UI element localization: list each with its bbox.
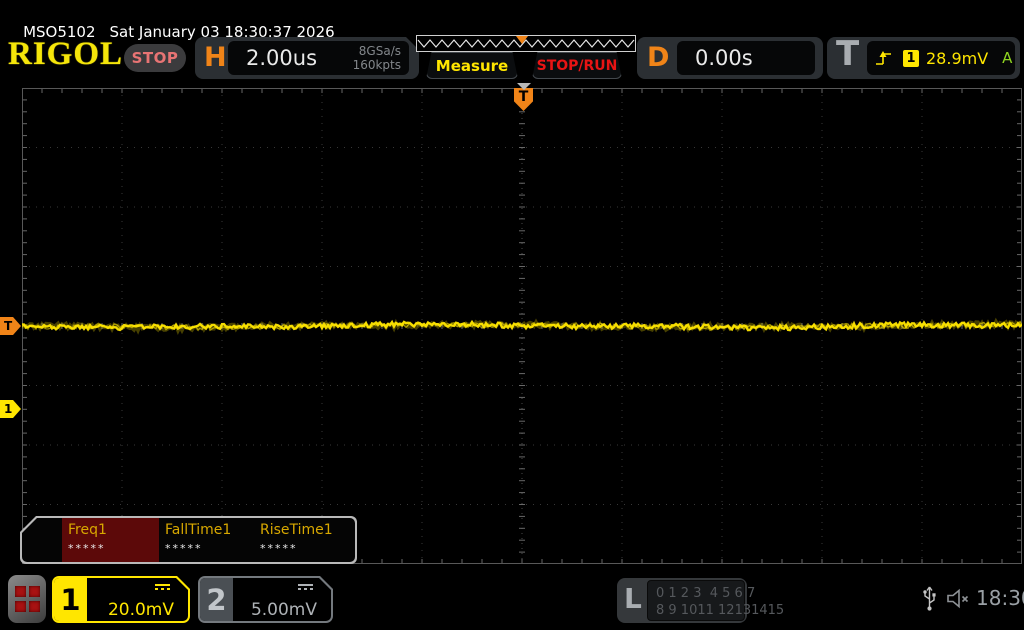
channel2-offset: -7.80mV xyxy=(238,621,317,630)
channel1-offset-marker[interactable]: 1 xyxy=(0,400,21,418)
grid-and-trace xyxy=(21,88,1024,565)
delay-settings-block[interactable]: D 0.00s xyxy=(637,37,823,79)
acquisition-status-badge: STOP xyxy=(124,44,186,72)
measurement-item-falltime1[interactable]: FallTime1 ***** xyxy=(159,518,254,562)
delay-value: 0.00s xyxy=(695,46,753,70)
horizontal-label: H xyxy=(204,42,227,73)
measurement-value: ***** xyxy=(260,542,298,555)
usb-icon xyxy=(923,586,936,611)
sample-rate-memdepth: 8GSa/s 160kpts xyxy=(353,44,401,72)
memory-depth: 160kpts xyxy=(352,58,401,72)
sample-rate: 8GSa/s xyxy=(358,44,401,58)
logic-row-8-15: 8 9 1011 12131415 xyxy=(656,603,785,618)
delay-label: D xyxy=(647,42,670,73)
measurement-label: RiseTime1 xyxy=(260,522,333,538)
measurement-panel[interactable]: Freq1 ***** FallTime1 ***** RiseTime1 **… xyxy=(20,516,357,564)
measurement-label: Freq1 xyxy=(68,522,107,538)
channel1-badge[interactable]: 1 20.0mV -28.0mV xyxy=(52,576,190,623)
trigger-level-value: 28.9mV xyxy=(926,48,989,68)
clock-display: 18:30 xyxy=(976,586,1024,610)
delay-pill: 0.00s xyxy=(677,41,815,75)
speaker-muted-icon[interactable] xyxy=(946,588,972,609)
logic-row-0-7: 0 1 2 3 4 5 6 7 xyxy=(656,586,756,601)
timebase-pill: 2.00us 8GSa/s 160kpts xyxy=(228,41,409,75)
measurement-item-freq1[interactable]: Freq1 ***** xyxy=(62,518,159,562)
trigger-level-marker[interactable]: T xyxy=(0,317,21,335)
measurement-value: ***** xyxy=(165,542,203,555)
channel1-number: 1 xyxy=(54,578,87,621)
display-grid-menu-icon[interactable] xyxy=(8,575,46,623)
measurement-value: ***** xyxy=(68,542,106,555)
dc-coupling-icon xyxy=(298,584,313,593)
oscilloscope-screen: MSO5102 Sat January 03 18:30:37 2026 RIGO… xyxy=(0,0,1024,630)
trigger-settings-block[interactable]: T 1 28.9mV A xyxy=(827,34,1020,79)
dc-coupling-icon xyxy=(155,584,170,593)
measure-button[interactable]: Measure xyxy=(426,52,518,79)
trigger-source-badge: 1 xyxy=(903,49,919,67)
trigger-label: T xyxy=(836,34,860,74)
logic-channels-badge[interactable]: L 0 1 2 3 4 5 6 7 8 9 1011 12131415 xyxy=(617,578,785,623)
logic-channel-list: 0 1 2 3 4 5 6 7 8 9 1011 12131415 xyxy=(647,580,785,621)
trigger-mode-indicator: A xyxy=(1002,49,1013,67)
graticule-area[interactable]: T xyxy=(21,88,1024,565)
trigger-position-notch-icon xyxy=(517,83,531,90)
channel2-values: 5.00mV -7.80mV xyxy=(238,577,317,630)
channel2-scale: 5.00mV xyxy=(250,600,317,620)
channel1-scale: 20.0mV xyxy=(107,600,174,620)
measurement-item-risetime1[interactable]: RiseTime1 ***** xyxy=(254,518,349,562)
channel1-values: 20.0mV -28.0mV xyxy=(92,577,174,630)
channel2-number: 2 xyxy=(200,578,233,621)
measurement-label: FallTime1 xyxy=(165,522,232,538)
overview-position-marker-icon[interactable] xyxy=(516,36,528,44)
channel2-badge[interactable]: 2 5.00mV -7.80mV xyxy=(198,576,333,623)
trigger-pill: 1 28.9mV A xyxy=(867,41,1015,75)
horizontal-settings-block[interactable]: H 2.00us 8GSa/s 160kpts xyxy=(195,37,419,79)
measurement-panel-body: Freq1 ***** FallTime1 ***** RiseTime1 **… xyxy=(22,518,355,562)
timebase-value: 2.00us xyxy=(246,46,318,70)
rising-edge-trigger-icon xyxy=(876,50,891,65)
logic-label: L xyxy=(624,582,642,615)
rigol-logo: RIGOL xyxy=(8,36,124,72)
stop-run-button[interactable]: STOP/RUN xyxy=(532,52,622,79)
channel1-offset: -28.0mV xyxy=(92,621,174,630)
